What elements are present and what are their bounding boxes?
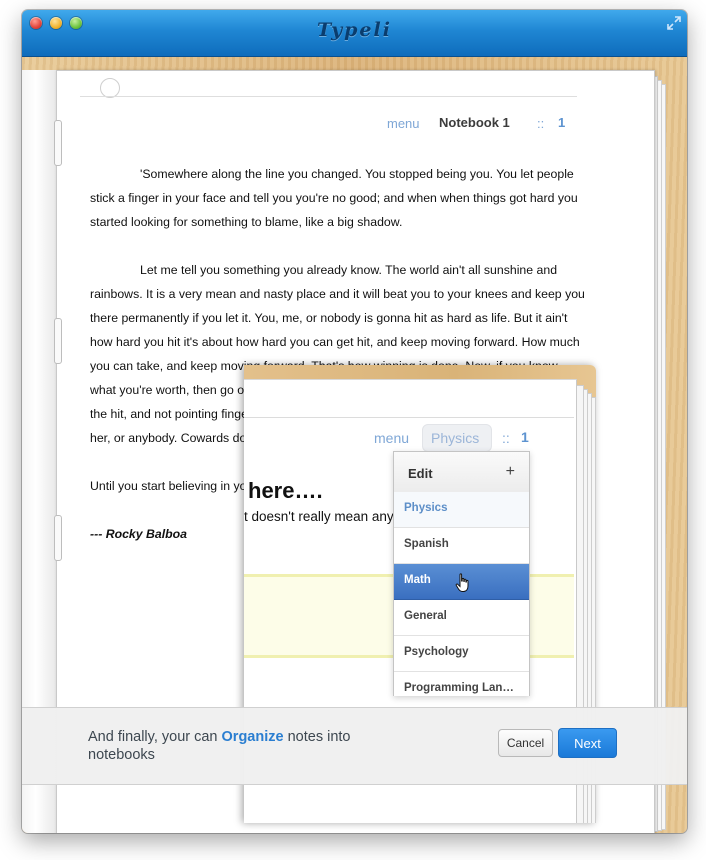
dropdown-item: Physics (394, 492, 529, 528)
dropdown-edit-button: Edit (408, 466, 433, 481)
preview-separator: :: (502, 430, 510, 446)
dropdown-item-label: Psychology (404, 646, 469, 658)
add-notebook-icon: + (505, 463, 515, 480)
dropdown-header: Edit + (394, 452, 529, 493)
dropdown-item-label: Programming Lan… (404, 682, 514, 694)
preview-page-number: 1 (521, 429, 529, 445)
binder-ring (54, 120, 62, 166)
dropdown-item-label: Spanish (404, 538, 449, 550)
tutorial-highlight: Organize (221, 729, 284, 745)
preview-notebook-selector: Physics (422, 424, 492, 452)
dropdown-item-label: General (404, 610, 447, 622)
preview-text-line: t doesn't really mean anyt (244, 509, 398, 524)
app-title: Typeli (317, 19, 392, 41)
title-bar[interactable]: Typeli (22, 10, 687, 57)
preview-menu-link: menu (374, 430, 410, 446)
binder-ring (54, 318, 62, 364)
header-divider (80, 96, 577, 97)
note-paragraph: 'Somewhere along the line you changed. Y… (90, 167, 578, 229)
hand-cursor-icon (455, 573, 469, 592)
dropdown-item: Spanish (394, 528, 529, 564)
dropdown-item-label: Physics (404, 502, 448, 514)
tutorial-message-text: And finally, your can (88, 729, 222, 745)
next-button[interactable]: Next (558, 728, 617, 758)
cancel-button[interactable]: Cancel (498, 729, 553, 757)
tutorial-bar: And finally, your can Organize notes int… (22, 707, 687, 785)
dropdown-item-label: Math (404, 574, 431, 586)
page-number[interactable]: 1 (558, 115, 565, 130)
fullscreen-icon[interactable] (667, 16, 681, 30)
preview-heading: here…. (248, 478, 323, 503)
dropdown-item: Psychology (394, 636, 529, 672)
header-separator: :: (537, 116, 545, 131)
dropdown-item: General (394, 600, 529, 636)
preview-notebook-name: Physics (431, 430, 480, 446)
binder-ring (54, 515, 62, 561)
menu-link[interactable]: menu (387, 116, 420, 131)
tutorial-message: And finally, your can Organize notes int… (88, 728, 418, 764)
notebook-title[interactable]: Notebook 1 (439, 115, 510, 130)
preview-divider (244, 417, 574, 418)
dropdown-item: Programming Lan… (394, 672, 529, 696)
page-hole (100, 78, 120, 98)
